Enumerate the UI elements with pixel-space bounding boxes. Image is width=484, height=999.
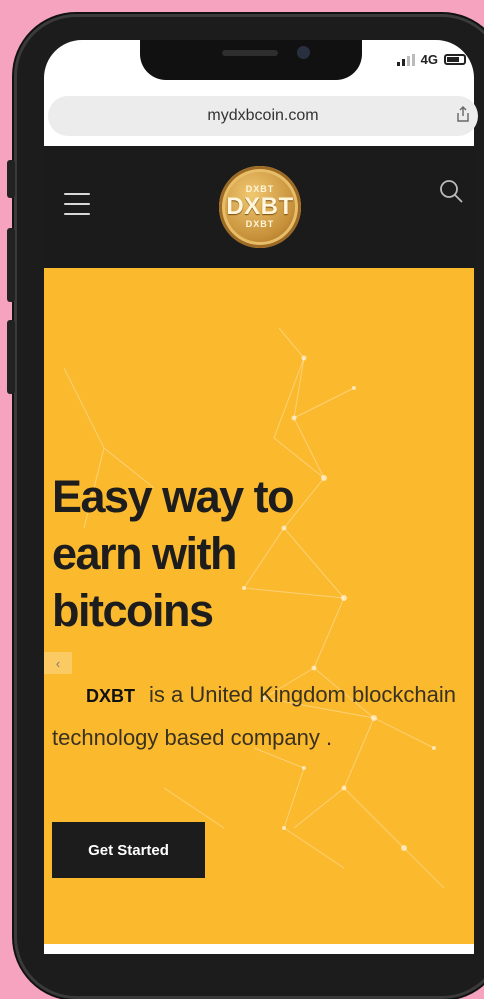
- site-header: DXBT DXBT DXBT: [44, 146, 474, 268]
- dxbt-coin-logo[interactable]: DXBT DXBT DXBT: [219, 166, 301, 248]
- carousel-prev-arrow[interactable]: ‹: [44, 652, 72, 674]
- hero-description: DXBT is a United Kingdom blockchain techn…: [52, 674, 462, 759]
- logo-main-text: DXBT: [226, 193, 294, 220]
- brand-name: DXBT: [86, 686, 135, 706]
- share-icon[interactable]: [456, 106, 470, 122]
- get-started-button[interactable]: Get Started: [52, 822, 205, 878]
- mute-switch: [7, 160, 15, 198]
- hero-section: Easy way to earn with bitcoins ‹ DXBT is …: [44, 268, 474, 950]
- address-bar[interactable]: mydxbcoin.com: [48, 96, 478, 136]
- battery-icon: [444, 54, 466, 65]
- volume-up-button: [7, 228, 15, 302]
- volume-down-button: [7, 320, 15, 394]
- signal-icon: [396, 53, 415, 66]
- headline-line-2: earn with: [52, 528, 238, 579]
- screen-bottom-edge: [44, 944, 474, 954]
- notch: [140, 40, 362, 80]
- url-text: mydxbcoin.com: [207, 107, 319, 124]
- network-label: 4G: [420, 52, 438, 67]
- speaker: [222, 50, 278, 56]
- headline-line-1: Easy way to: [52, 471, 295, 522]
- logo-bottom-text: DXBT: [245, 219, 275, 229]
- status-bar: 4G: [396, 52, 466, 67]
- search-icon[interactable]: [438, 178, 464, 204]
- camera: [297, 46, 310, 59]
- hero-headline: Easy way to earn with bitcoins: [52, 468, 462, 639]
- headline-line-3: bitcoins: [52, 585, 214, 636]
- hamburger-menu-icon[interactable]: [64, 193, 90, 215]
